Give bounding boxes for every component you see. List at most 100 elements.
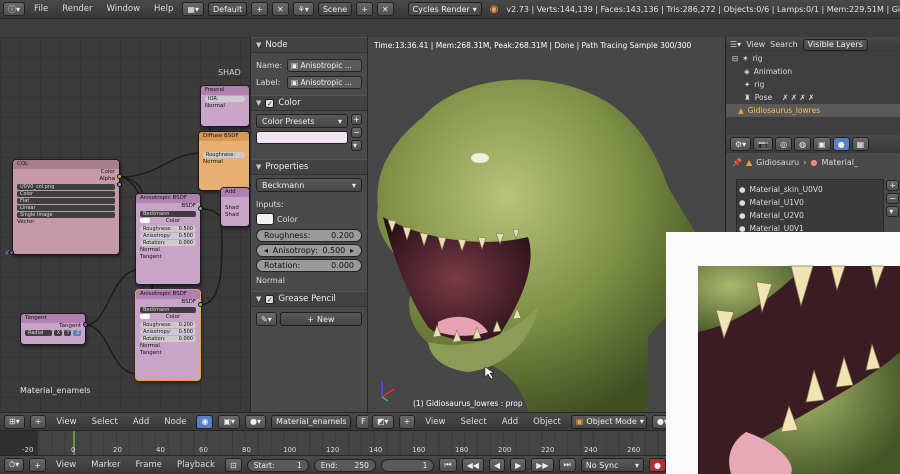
fake-user-button[interactable]: F <box>356 414 368 429</box>
outliner-menu-search[interactable]: Search <box>770 40 797 49</box>
3d-menu-select[interactable]: Select <box>455 417 491 427</box>
play-icon[interactable]: ▶ <box>510 458 527 472</box>
node-menu-add[interactable]: Add <box>128 417 154 427</box>
material-slot-2[interactable]: ● Material_U1V0 <box>739 196 881 209</box>
aniso2-distribution-select[interactable]: Beckmann <box>140 307 196 313</box>
tangent-axis-z[interactable]: Z <box>73 330 81 336</box>
col-projection-select[interactable]: Flat <box>17 198 115 204</box>
col-color-select[interactable]: Color <box>17 191 115 197</box>
outliner-row-gidiosaurus[interactable]: ▲ Gidiosaurus_lowres <box>726 104 900 117</box>
menu-help[interactable]: Help <box>149 4 178 14</box>
roughness-slider[interactable]: Roughness: 0.200 <box>256 229 362 242</box>
current-frame-field[interactable]: 1 <box>380 458 435 472</box>
jump-end-icon[interactable]: ⏭ <box>558 458 576 472</box>
timeline-menu-view[interactable]: View <box>51 460 81 470</box>
aniso1-distribution-select[interactable]: Beckmann <box>140 211 196 217</box>
outliner-row-pose[interactable]: ♜ Pose ✗ ✗ ✗ ✗ <box>726 91 900 104</box>
new-grease-pencil-button[interactable]: + New <box>279 312 362 326</box>
aniso2-color-input[interactable]: Color <box>136 314 200 321</box>
anisotropic-node-1[interactable]: Anisotropic BSDF BSDF Beckmann Color Rou… <box>135 193 201 285</box>
jump-key-forward-icon[interactable]: ▶▶ <box>531 458 554 472</box>
menu-window[interactable]: Window <box>102 4 146 14</box>
play-reverse-icon[interactable]: ◀ <box>488 458 506 472</box>
3d-menu-toggle[interactable]: + <box>398 414 416 429</box>
preset-menu-button[interactable]: ▾ <box>351 140 362 151</box>
grease-pencil-icon[interactable]: ✎▾ <box>256 312 277 326</box>
screen-layout-select[interactable]: Default <box>208 2 248 16</box>
tangent-axis-x[interactable]: X <box>53 330 62 336</box>
3d-editor-type-icon[interactable]: ◩▾ <box>372 414 394 429</box>
outliner-row-rig[interactable]: ⊟ ✶ rig <box>726 52 900 65</box>
render-tab-icon[interactable]: 📷 <box>753 137 774 151</box>
anisotropic-node-2[interactable]: Anisotropic BSDF BSDF Beckmann Color Rou… <box>135 289 201 381</box>
end-frame-field[interactable]: End: 250 <box>313 458 376 472</box>
diffuse-roughness-field[interactable]: Roughness: <box>203 152 245 158</box>
color-presets-select[interactable]: Color Presets ▾ <box>256 114 348 128</box>
outliner-row-animation[interactable]: ◈ Animation <box>726 65 900 78</box>
menu-file[interactable]: File <box>29 4 53 14</box>
menu-render[interactable]: Render <box>57 4 97 14</box>
rotation-slider[interactable]: Rotation: 0.000 <box>256 259 362 272</box>
add-screen-button[interactable]: + <box>251 2 268 16</box>
preview-range-icon[interactable]: ⊡ <box>224 458 242 472</box>
material-tab-icon[interactable]: ● <box>832 137 850 151</box>
record-icon[interactable]: ● <box>649 458 666 472</box>
col-alpha-socket[interactable] <box>117 182 122 187</box>
node-editor[interactable]: SHAD Fresnel IOR: Normal Diffuse BSDF Ro… <box>0 37 250 412</box>
distribution-select[interactable]: Beckmann ▾ <box>256 178 362 192</box>
input-color-swatch[interactable] <box>256 213 274 225</box>
add-shader-node[interactable]: Add Shad Shad <box>220 187 250 227</box>
3d-menu-object[interactable]: Object <box>528 417 566 427</box>
delete-scene-button[interactable]: ✕ <box>376 2 394 16</box>
texture-tab-icon[interactable]: ▦ <box>851 137 870 151</box>
properties-section-header[interactable]: ▼ Properties <box>251 159 367 175</box>
col-vector-socket[interactable] <box>9 250 14 255</box>
editor-type-button[interactable]: ⓘ▾ <box>3 2 26 16</box>
material-name-field[interactable]: Material_enamels <box>271 414 352 429</box>
outliner-row-rig-data[interactable]: ✦ rig <box>726 78 900 91</box>
aniso1-roughness[interactable]: Roughness: 0.500 <box>140 226 196 232</box>
aniso2-roughness[interactable]: Roughness: 0.200 <box>140 322 196 328</box>
screen-layout-icon[interactable]: ▦▾ <box>182 2 204 16</box>
scene-icon[interactable]: ⚘▾ <box>292 2 314 16</box>
col-source-select[interactable]: Single Image <box>17 212 115 218</box>
viewport-shading-icon[interactable]: ●▾ <box>651 414 666 429</box>
material-specials-button[interactable]: ▾ <box>886 206 899 217</box>
material-slot-3[interactable]: ● Material_U2V0 <box>739 209 881 222</box>
add-preset-button[interactable]: + <box>351 114 362 125</box>
node-menu-view[interactable]: View <box>51 417 81 427</box>
scene-tab-icon[interactable]: ◎ <box>775 137 793 151</box>
tangent-node[interactable]: Tangent Tangent Radial X Y Z <box>20 313 86 345</box>
node-menu-toggle[interactable]: + <box>29 414 47 429</box>
jump-key-back-icon[interactable]: ◀◀ <box>461 458 484 472</box>
grease-pencil-checkbox[interactable]: ✓ <box>265 294 275 304</box>
timeline-menu-playback[interactable]: Playback <box>172 460 220 470</box>
tangent-output-socket[interactable] <box>83 322 88 327</box>
color-section-header[interactable]: ▼ ✓ Color <box>251 95 367 111</box>
object-tab-icon[interactable]: ▣ <box>813 137 831 151</box>
properties-editor-icon[interactable]: ⚙▾ <box>730 137 752 151</box>
aniso2-anisotropy[interactable]: Anisotropy: 0.500 <box>140 329 196 335</box>
aniso1-rotation[interactable]: Rotation: 0.000 <box>140 240 196 246</box>
timeline-editor-icon[interactable]: ⏱▾ <box>4 458 25 472</box>
material-browse-icon[interactable]: ●▾ <box>245 414 267 429</box>
node-section-header[interactable]: ▼ Node <box>251 37 367 53</box>
anisotropy-slider[interactable]: ◂ Anisotropy: 0.500 ▸ <box>256 244 362 257</box>
aniso1-color-input[interactable]: Color <box>136 218 200 225</box>
node-name-field[interactable]: ▣ Anisotropic ... <box>287 59 362 72</box>
remove-material-slot-button[interactable]: − <box>886 193 899 204</box>
diffuse-node[interactable]: Diffuse BSDF Roughness: Normal <box>198 131 250 191</box>
col-interp-select[interactable]: Linear <box>17 205 115 211</box>
node-editor-type-icon[interactable]: ⊞▾ <box>4 414 25 429</box>
tangent-axis-y[interactable]: Y <box>63 330 72 336</box>
sync-mode-select[interactable]: No Sync ▾ <box>580 458 644 472</box>
3d-menu-add[interactable]: Add <box>497 417 523 427</box>
outliner[interactable]: ☰▾ View Search Visible Layers ⊟ ✶ rig ◈ Ani… <box>725 37 900 135</box>
render-engine-select[interactable]: Cycles Render ▾ <box>407 2 482 16</box>
color-checkbox[interactable]: ✓ <box>265 98 275 108</box>
shader-nodes-icon[interactable]: ◉ <box>196 414 214 429</box>
node-menu-select[interactable]: Select <box>87 417 123 427</box>
col-color-socket[interactable] <box>117 174 122 179</box>
col-image-node[interactable]: COL Color Alpha U0V0_col.png Color Flat … <box>12 159 120 255</box>
interaction-mode-select[interactable]: ▣ Object Mode ▾ <box>570 414 647 429</box>
